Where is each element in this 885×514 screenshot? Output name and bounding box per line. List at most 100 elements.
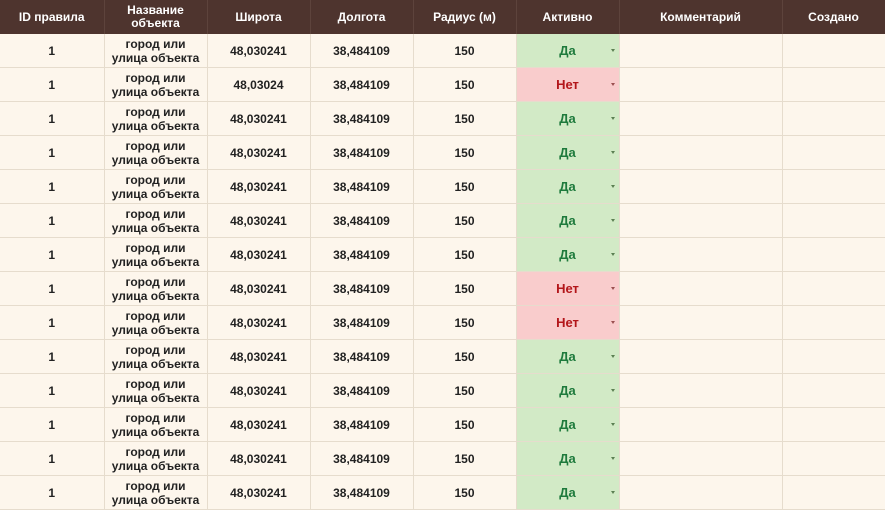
cell-active[interactable]: Да [516,475,620,510]
cell-created[interactable] [782,203,885,238]
cell-comment[interactable] [619,407,783,442]
cell-radius[interactable]: 150 [413,373,517,408]
dropdown-arrow-icon[interactable] [610,354,615,358]
cell-comment[interactable] [619,373,783,408]
cell-comment[interactable] [619,67,783,102]
cell-active[interactable]: Да [516,373,620,408]
cell-longitude[interactable]: 38,484109 [310,441,414,476]
cell-name[interactable]: город или улица объекта [104,203,208,238]
cell-longitude[interactable]: 38,484109 [310,135,414,170]
cell-active[interactable]: Да [516,203,620,238]
cell-id[interactable]: 1 [0,373,105,408]
cell-created[interactable] [782,305,885,340]
cell-created[interactable] [782,475,885,510]
cell-name[interactable]: город или улица объекта [104,305,208,340]
cell-comment[interactable] [619,441,783,476]
cell-name[interactable]: город или улица объекта [104,67,208,102]
cell-comment[interactable] [619,34,783,68]
cell-comment[interactable] [619,203,783,238]
header-name[interactable]: Название объекта [104,0,208,34]
cell-name[interactable]: город или улица объекта [104,135,208,170]
cell-latitude[interactable]: 48,030241 [207,305,311,340]
cell-longitude[interactable]: 38,484109 [310,67,414,102]
cell-created[interactable] [782,67,885,102]
cell-latitude[interactable]: 48,030241 [207,475,311,510]
cell-longitude[interactable]: 38,484109 [310,373,414,408]
cell-id[interactable]: 1 [0,237,105,272]
cell-comment[interactable] [619,305,783,340]
cell-active[interactable]: Да [516,339,620,374]
cell-active[interactable]: Нет [516,271,620,306]
cell-longitude[interactable]: 38,484109 [310,169,414,204]
cell-created[interactable] [782,101,885,136]
cell-latitude[interactable]: 48,030241 [207,373,311,408]
cell-latitude[interactable]: 48,030241 [207,169,311,204]
header-active[interactable]: Активно [516,0,620,34]
dropdown-arrow-icon[interactable] [610,116,615,120]
cell-active[interactable]: Нет [516,67,620,102]
cell-id[interactable]: 1 [0,271,105,306]
cell-longitude[interactable]: 38,484109 [310,271,414,306]
cell-radius[interactable]: 150 [413,203,517,238]
cell-id[interactable]: 1 [0,475,105,510]
cell-created[interactable] [782,407,885,442]
dropdown-arrow-icon[interactable] [610,150,615,154]
cell-name[interactable]: город или улица объекта [104,101,208,136]
cell-name[interactable]: город или улица объекта [104,475,208,510]
header-longitude[interactable]: Долгота [310,0,414,34]
cell-latitude[interactable]: 48,030241 [207,407,311,442]
cell-latitude[interactable]: 48,03024 [207,67,311,102]
header-radius[interactable]: Радиус (м) [413,0,517,34]
cell-name[interactable]: город или улица объекта [104,339,208,374]
dropdown-arrow-icon[interactable] [610,388,615,392]
cell-latitude[interactable]: 48,030241 [207,271,311,306]
cell-longitude[interactable]: 38,484109 [310,305,414,340]
cell-latitude[interactable]: 48,030241 [207,237,311,272]
cell-active[interactable]: Да [516,135,620,170]
cell-latitude[interactable]: 48,030241 [207,441,311,476]
cell-radius[interactable]: 150 [413,101,517,136]
cell-radius[interactable]: 150 [413,271,517,306]
header-created[interactable]: Создано [782,0,885,34]
dropdown-arrow-icon[interactable] [610,456,615,460]
cell-id[interactable]: 1 [0,203,105,238]
cell-radius[interactable]: 150 [413,475,517,510]
cell-radius[interactable]: 150 [413,305,517,340]
cell-radius[interactable]: 150 [413,135,517,170]
cell-longitude[interactable]: 38,484109 [310,101,414,136]
cell-created[interactable] [782,373,885,408]
cell-radius[interactable]: 150 [413,441,517,476]
cell-id[interactable]: 1 [0,101,105,136]
cell-id[interactable]: 1 [0,67,105,102]
cell-active[interactable]: Да [516,169,620,204]
cell-longitude[interactable]: 38,484109 [310,34,414,68]
cell-id[interactable]: 1 [0,339,105,374]
cell-name[interactable]: город или улица объекта [104,441,208,476]
dropdown-arrow-icon[interactable] [610,48,615,52]
cell-name[interactable]: город или улица объекта [104,407,208,442]
cell-comment[interactable] [619,237,783,272]
header-comment[interactable]: Комментарий [619,0,783,34]
cell-active[interactable]: Да [516,34,620,68]
cell-id[interactable]: 1 [0,305,105,340]
cell-radius[interactable]: 150 [413,34,517,68]
cell-comment[interactable] [619,339,783,374]
cell-created[interactable] [782,169,885,204]
cell-id[interactable]: 1 [0,441,105,476]
cell-comment[interactable] [619,101,783,136]
cell-longitude[interactable]: 38,484109 [310,339,414,374]
cell-comment[interactable] [619,169,783,204]
cell-id[interactable]: 1 [0,407,105,442]
dropdown-arrow-icon[interactable] [610,320,615,324]
cell-id[interactable]: 1 [0,135,105,170]
cell-latitude[interactable]: 48,030241 [207,339,311,374]
cell-latitude[interactable]: 48,030241 [207,135,311,170]
cell-created[interactable] [782,441,885,476]
cell-created[interactable] [782,339,885,374]
dropdown-arrow-icon[interactable] [610,218,615,222]
dropdown-arrow-icon[interactable] [610,422,615,426]
cell-name[interactable]: город или улица объекта [104,237,208,272]
cell-created[interactable] [782,271,885,306]
cell-name[interactable]: город или улица объекта [104,169,208,204]
cell-active[interactable]: Да [516,441,620,476]
